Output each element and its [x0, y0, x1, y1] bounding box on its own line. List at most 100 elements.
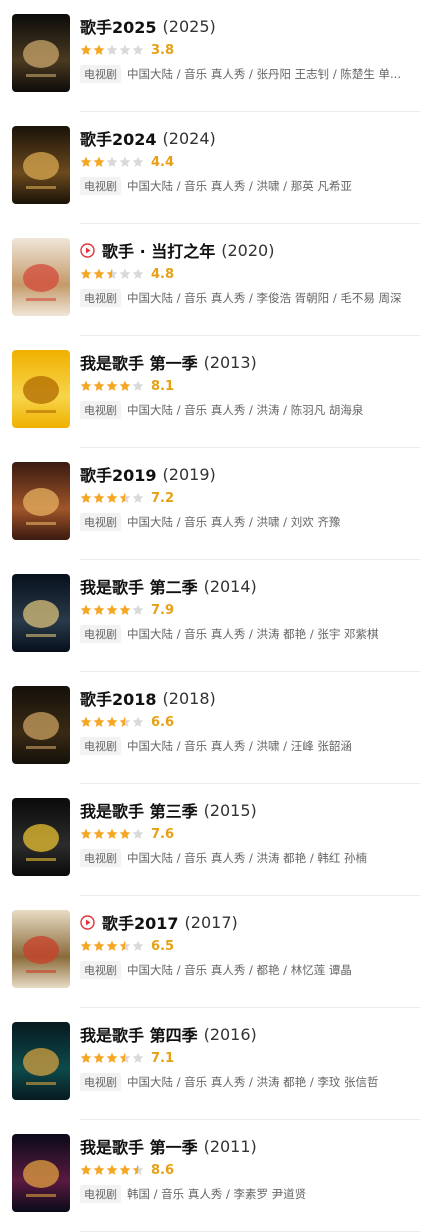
title-row[interactable]: 歌手2017 (2017): [80, 910, 420, 934]
meta-row: 电视剧 中国大陆 / 音乐 真人秀 / 洪啸 / 汪峰 张韶涵: [80, 735, 420, 757]
star-icon: [132, 1164, 144, 1175]
list-item[interactable]: 我是歌手 第三季 (2015) 7.6 电视剧 中国大陆 / 音乐 真人秀 / 洪涛 都…: [0, 784, 432, 896]
poster-image[interactable]: [12, 1134, 70, 1212]
rating-stars: [80, 380, 145, 392]
list-item[interactable]: 歌手2017 (2017) 6.5 电视剧 中国大陆 / 音乐 真人秀 / 都艳 / 林…: [0, 896, 432, 1008]
show-title[interactable]: 歌手2025: [80, 14, 157, 38]
star-icon: [119, 828, 131, 839]
list-item[interactable]: 我是歌手 第四季 (2016) 7.1 电视剧 中国大陆 / 音乐 真人秀 / 洪涛 都…: [0, 1008, 432, 1120]
search-result-list: 歌手2025 (2025) 3.8 电视剧 中国大陆 / 音乐 真人秀 / 张丹阳 王志…: [0, 0, 432, 1232]
title-row[interactable]: 歌手 · 当打之年 (2020): [80, 238, 420, 262]
show-title[interactable]: 我是歌手 第一季: [80, 1134, 198, 1158]
title-row[interactable]: 歌手2024 (2024): [80, 126, 420, 150]
star-icon: [119, 380, 131, 391]
star-icon: [119, 1164, 131, 1175]
show-year: (2014): [203, 576, 257, 596]
item-info: 歌手2024 (2024) 4.4 电视剧 中国大陆 / 音乐 真人秀 / 洪啸 / 那…: [80, 126, 420, 197]
rating-stars: [80, 268, 145, 280]
meta-row: 电视剧 中国大陆 / 音乐 真人秀 / 洪涛 都艳 / 张宇 邓紫棋: [80, 623, 420, 645]
star-icon: [132, 268, 144, 279]
poster-image[interactable]: [12, 350, 70, 428]
star-icon: [106, 380, 118, 391]
poster-image[interactable]: [12, 462, 70, 540]
star-icon: [80, 940, 92, 951]
list-item[interactable]: 我是歌手 第一季 (2013) 8.1 电视剧 中国大陆 / 音乐 真人秀 / 洪涛 /…: [0, 336, 432, 448]
star-icon: [119, 940, 131, 951]
show-year: (2015): [203, 800, 257, 820]
list-item[interactable]: 歌手2019 (2019) 7.2 电视剧 中国大陆 / 音乐 真人秀 / 洪啸 / 刘…: [0, 448, 432, 560]
poster-image[interactable]: [12, 238, 70, 316]
title-row[interactable]: 歌手2019 (2019): [80, 462, 420, 486]
star-icon: [119, 716, 131, 727]
poster-image[interactable]: [12, 798, 70, 876]
star-icon: [132, 44, 144, 55]
star-icon: [106, 492, 118, 503]
star-icon: [80, 380, 92, 391]
show-title[interactable]: 我是歌手 第四季: [80, 1022, 198, 1046]
star-icon: [80, 492, 92, 503]
title-row[interactable]: 我是歌手 第一季 (2013): [80, 350, 420, 374]
rating-row: 3.8: [80, 40, 420, 60]
list-item[interactable]: 我是歌手 第二季 (2014) 7.9 电视剧 中国大陆 / 音乐 真人秀 / 洪涛 都…: [0, 560, 432, 672]
poster-image[interactable]: [12, 686, 70, 764]
rating-row: 6.6: [80, 712, 420, 732]
star-icon: [93, 1164, 105, 1175]
list-item[interactable]: 歌手2025 (2025) 3.8 电视剧 中国大陆 / 音乐 真人秀 / 张丹阳 王志…: [0, 0, 432, 112]
play-icon: [80, 914, 95, 930]
show-meta: 中国大陆 / 音乐 真人秀 / 张丹阳 王志钊 / 陈楚生 单...: [127, 67, 401, 81]
star-icon: [106, 268, 118, 279]
show-title[interactable]: 歌手 · 当打之年: [102, 238, 215, 262]
show-meta: 中国大陆 / 音乐 真人秀 / 洪涛 都艳 / 韩红 孙楠: [127, 851, 368, 865]
title-row[interactable]: 我是歌手 第四季 (2016): [80, 1022, 420, 1046]
show-title[interactable]: 我是歌手 第二季: [80, 574, 198, 598]
star-icon: [80, 156, 92, 167]
rating-stars: [80, 1164, 145, 1176]
list-item[interactable]: 我是歌手 第一季 (2011) 8.6 电视剧 韩国 / 音乐 真人秀 / 李素罗 尹道…: [0, 1120, 432, 1232]
list-item[interactable]: 歌手 · 当打之年 (2020) 4.8 电视剧 中国大陆 / 音乐 真人秀 / 李俊浩…: [0, 224, 432, 336]
show-meta: 中国大陆 / 音乐 真人秀 / 洪啸 / 那英 凡希亚: [127, 179, 352, 193]
rating-stars: [80, 940, 145, 952]
star-icon: [80, 268, 92, 279]
rating-stars: [80, 156, 145, 168]
rating-row: 7.1: [80, 1048, 420, 1068]
list-item[interactable]: 歌手2018 (2018) 6.6 电视剧 中国大陆 / 音乐 真人秀 / 洪啸 / 汪…: [0, 672, 432, 784]
rating-row: 4.4: [80, 152, 420, 172]
poster-image[interactable]: [12, 126, 70, 204]
list-item[interactable]: 歌手2024 (2024) 4.4 电视剧 中国大陆 / 音乐 真人秀 / 洪啸 / 那…: [0, 112, 432, 224]
title-row[interactable]: 我是歌手 第一季 (2011): [80, 1134, 420, 1158]
item-info: 我是歌手 第一季 (2011) 8.6 电视剧 韩国 / 音乐 真人秀 / 李素罗 尹道…: [80, 1134, 420, 1205]
star-icon: [106, 1164, 118, 1175]
rating-score: 3.8: [151, 42, 175, 58]
star-icon: [80, 604, 92, 615]
meta-row: 电视剧 中国大陆 / 音乐 真人秀 / 洪涛 / 陈羽凡 胡海泉: [80, 399, 420, 421]
poster-image[interactable]: [12, 574, 70, 652]
show-title[interactable]: 歌手2024: [80, 126, 157, 150]
poster-image[interactable]: [12, 14, 70, 92]
show-title[interactable]: 我是歌手 第三季: [80, 798, 198, 822]
rating-stars: [80, 44, 145, 56]
title-row[interactable]: 歌手2018 (2018): [80, 686, 420, 710]
item-info: 歌手 · 当打之年 (2020) 4.8 电视剧 中国大陆 / 音乐 真人秀 / 李俊浩…: [80, 238, 420, 309]
rating-row: 4.8: [80, 264, 420, 284]
show-title[interactable]: 歌手2019: [80, 462, 157, 486]
star-icon: [106, 828, 118, 839]
show-title[interactable]: 我是歌手 第一季: [80, 350, 198, 374]
title-row[interactable]: 我是歌手 第二季 (2014): [80, 574, 420, 598]
rating-score: 7.6: [151, 826, 175, 842]
category-tag: 电视剧: [80, 961, 121, 979]
star-icon: [93, 492, 105, 503]
star-icon: [132, 380, 144, 391]
meta-row: 电视剧 中国大陆 / 音乐 真人秀 / 洪涛 都艳 / 韩红 孙楠: [80, 847, 420, 869]
title-row[interactable]: 歌手2025 (2025): [80, 14, 420, 38]
poster-image[interactable]: [12, 1022, 70, 1100]
star-icon: [93, 156, 105, 167]
item-info: 我是歌手 第二季 (2014) 7.9 电视剧 中国大陆 / 音乐 真人秀 / 洪涛 都…: [80, 574, 420, 645]
star-icon: [106, 156, 118, 167]
star-icon: [106, 716, 118, 727]
show-title[interactable]: 歌手2018: [80, 686, 157, 710]
play-icon: [80, 242, 95, 258]
poster-image[interactable]: [12, 910, 70, 988]
show-year: (2013): [203, 352, 257, 372]
title-row[interactable]: 我是歌手 第三季 (2015): [80, 798, 420, 822]
show-title[interactable]: 歌手2017: [102, 910, 179, 934]
